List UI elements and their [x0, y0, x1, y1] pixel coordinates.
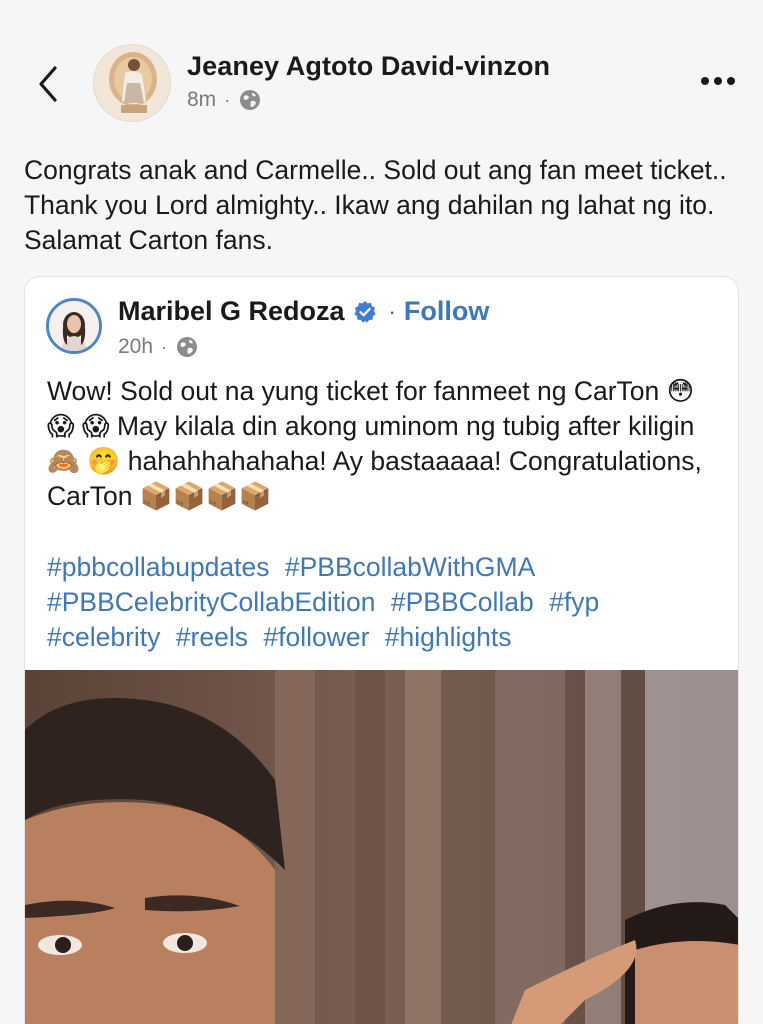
follow-separator: ·: [388, 298, 396, 324]
globe-icon: [177, 337, 198, 357]
shared-author-avatar[interactable]: [46, 298, 102, 354]
globe-icon: [240, 90, 261, 110]
hashtag-link[interactable]: #pbbcollabupdates: [47, 552, 270, 582]
back-button[interactable]: [28, 60, 68, 108]
hashtag-link[interactable]: #PBBCelebrityCollabEdition: [47, 587, 375, 617]
hashtag-link[interactable]: #highlights: [385, 622, 512, 652]
shared-meta-separator: ·: [161, 336, 168, 357]
shared-post-text: Wow! Sold out na yung ticket for fanmeet…: [47, 376, 702, 511]
back-arrow-icon: [39, 66, 57, 102]
hashtag-link[interactable]: #PBBcollabWithGMA: [285, 552, 535, 582]
hashtag-link[interactable]: #reels: [176, 622, 248, 652]
hashtag-link[interactable]: #follower: [263, 622, 369, 652]
shared-author-row: Maribel G Redoza · Follow: [118, 296, 489, 327]
post-header: Jeaney Agtoto David-vinzon 8m ·: [0, 0, 763, 150]
meta-separator: ·: [224, 89, 231, 110]
shared-post-time[interactable]: 20h: [118, 335, 153, 359]
more-options-icon-dot: [714, 77, 722, 85]
more-options-button[interactable]: [693, 66, 743, 96]
shared-author-avatar-image: [49, 301, 99, 351]
post-time[interactable]: 8m: [187, 88, 216, 112]
shared-post-meta: 20h ·: [118, 335, 199, 359]
hashtag-list: #pbbcollabupdates #PBBcollabWithGMA #PBB…: [47, 550, 727, 655]
shared-post-card[interactable]: Maribel G Redoza · Follow 20h · Wow! Sol…: [24, 276, 739, 1024]
shared-video[interactable]: [25, 670, 738, 1024]
video-frame-image: [25, 670, 738, 1024]
verified-badge-icon: [353, 300, 376, 323]
more-options-icon: [701, 77, 709, 85]
shared-author-name[interactable]: Maribel G Redoza: [118, 296, 345, 327]
author-avatar-image: [94, 45, 170, 121]
author-avatar[interactable]: [93, 44, 171, 122]
hashtag-link[interactable]: #celebrity: [47, 622, 160, 652]
hashtag-link[interactable]: #PBBCollab: [391, 587, 534, 617]
hashtag-link[interactable]: #fyp: [549, 587, 599, 617]
author-name[interactable]: Jeaney Agtoto David-vinzon: [187, 51, 550, 82]
post-body-text: Congrats anak and Carmelle.. Sold out an…: [24, 155, 727, 255]
follow-button[interactable]: Follow: [404, 296, 489, 327]
more-options-icon-dot: [727, 77, 735, 85]
post-meta: 8m ·: [187, 88, 262, 112]
